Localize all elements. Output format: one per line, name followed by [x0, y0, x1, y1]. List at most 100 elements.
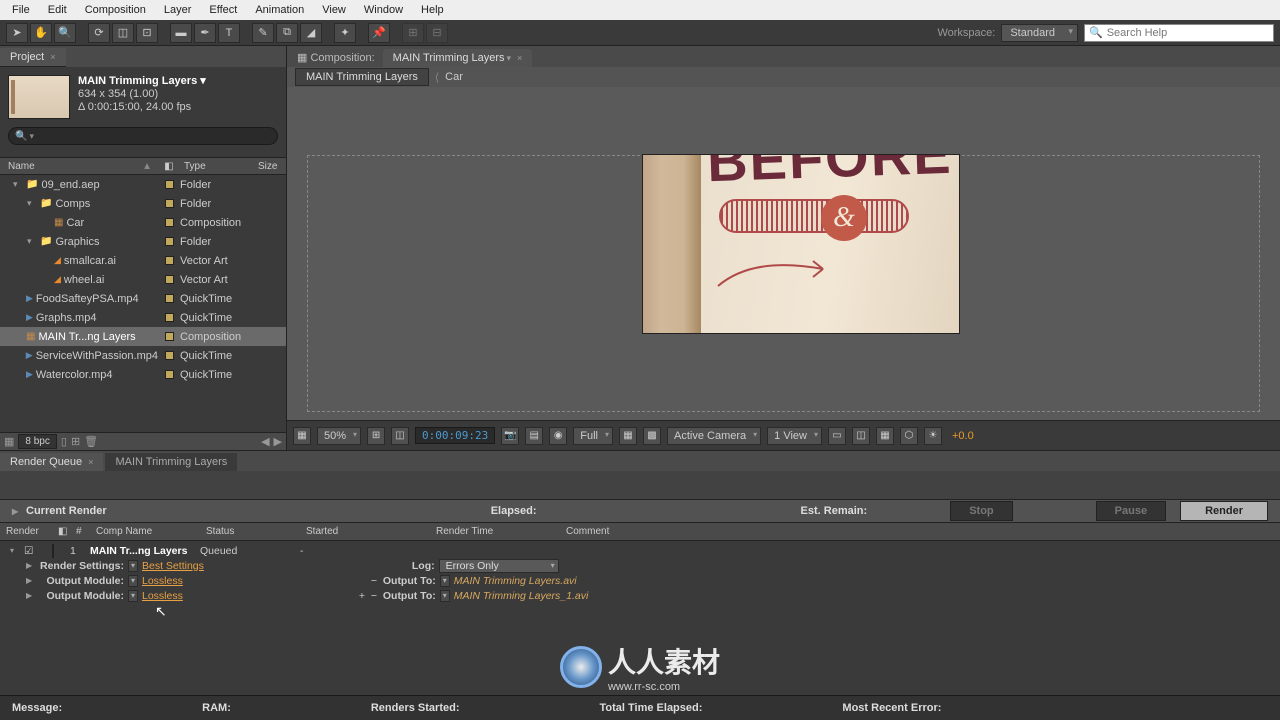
project-item[interactable]: ▶Watercolor.mp4QuickTime: [0, 365, 286, 384]
close-icon[interactable]: ×: [88, 457, 93, 467]
new-comp-icon[interactable]: ⊞: [71, 435, 80, 448]
pause-button[interactable]: Pause: [1096, 501, 1166, 521]
render-item-row[interactable]: ▾ ☑ 1 MAIN Tr...ng Layers Queued -: [10, 543, 1270, 558]
breadcrumb-car[interactable]: Car: [445, 71, 463, 83]
close-icon[interactable]: ×: [517, 53, 522, 63]
delete-icon[interactable]: 🗑: [84, 435, 98, 448]
add-output-icon[interactable]: +: [355, 590, 367, 602]
timeline-icon[interactable]: ▦: [876, 427, 894, 445]
puppet-tool-icon[interactable]: 📌: [368, 23, 390, 43]
help-search-input[interactable]: 🔍 Search Help: [1084, 24, 1274, 42]
pixel-aspect-icon[interactable]: ▭: [828, 427, 846, 445]
world-axis-icon[interactable]: ⊟: [426, 23, 448, 43]
stop-button[interactable]: Stop: [950, 501, 1012, 521]
output-to-dropdown[interactable]: ▾: [440, 575, 450, 587]
new-folder-icon[interactable]: ▯: [61, 435, 67, 448]
menu-view[interactable]: View: [314, 2, 354, 18]
camera-tool-icon[interactable]: ◫: [112, 23, 134, 43]
mask-toggle-icon[interactable]: ▩: [643, 427, 661, 445]
render-settings-dropdown[interactable]: ▾: [128, 560, 138, 572]
snapshot-icon[interactable]: 📷: [501, 427, 519, 445]
twirl-icon[interactable]: ▶: [12, 507, 22, 516]
folder-icon: 📁: [26, 179, 38, 190]
fast-preview-icon[interactable]: ◫: [852, 427, 870, 445]
hand-tool-icon[interactable]: ✋: [30, 23, 52, 43]
menu-window[interactable]: Window: [356, 2, 411, 18]
color-mgmt-icon[interactable]: ◉: [549, 427, 567, 445]
render-button[interactable]: Render: [1180, 501, 1268, 521]
view-layout-dropdown[interactable]: 1 View: [767, 427, 822, 445]
menu-composition[interactable]: Composition: [77, 2, 154, 18]
clone-tool-icon[interactable]: ⧉: [276, 23, 298, 43]
viewer-tab[interactable]: MAIN Trimming Layers▾×: [383, 49, 533, 67]
project-item[interactable]: ▾📁GraphicsFolder: [0, 232, 286, 251]
output-module-link[interactable]: Lossless: [138, 590, 187, 602]
composition-canvas[interactable]: BEFORE &: [287, 87, 1280, 420]
output-to-dropdown[interactable]: ▾: [440, 590, 450, 602]
pen-tool-icon[interactable]: ✒: [194, 23, 216, 43]
output-file-link[interactable]: MAIN Trimming Layers.avi: [450, 575, 581, 587]
rect-tool-icon[interactable]: ▬: [170, 23, 192, 43]
project-item[interactable]: ▾📁09_end.aepFolder: [0, 175, 286, 194]
output-file-link[interactable]: MAIN Trimming Layers_1.avi: [450, 590, 593, 602]
interpret-icon[interactable]: ▦: [4, 435, 14, 448]
pan-behind-tool-icon[interactable]: ⊡: [136, 23, 158, 43]
project-item[interactable]: ◢smallcar.aiVector Art: [0, 251, 286, 270]
project-item[interactable]: ▦MAIN Tr...ng LayersComposition: [0, 327, 286, 346]
project-item[interactable]: ▶FoodSafteyPSA.mp4QuickTime: [0, 289, 286, 308]
project-item[interactable]: ▦CarComposition: [0, 213, 286, 232]
output-module-link[interactable]: Lossless: [138, 575, 187, 587]
resolution-icon[interactable]: ⊞: [367, 427, 385, 445]
magnify-icon[interactable]: ▦: [293, 427, 311, 445]
bpc-toggle[interactable]: 8 bpc: [18, 434, 56, 449]
close-icon[interactable]: ×: [50, 52, 55, 62]
roi-icon[interactable]: ◫: [391, 427, 409, 445]
render-settings-link[interactable]: Best Settings: [138, 560, 208, 572]
exposure-value[interactable]: +0.0: [948, 430, 974, 442]
menu-animation[interactable]: Animation: [247, 2, 312, 18]
camera-dropdown[interactable]: Active Camera: [667, 427, 761, 445]
project-item[interactable]: ▶ServiceWithPassion.mp4QuickTime: [0, 346, 286, 365]
search-icon: 🔍: [1089, 26, 1103, 39]
project-list[interactable]: ▾📁09_end.aepFolder▾📁CompsFolder▦CarCompo…: [0, 175, 286, 432]
eraser-tool-icon[interactable]: ◢: [300, 23, 322, 43]
workspace-dropdown[interactable]: Standard: [1001, 24, 1078, 42]
channel-icon[interactable]: ▤: [525, 427, 543, 445]
zoom-tool-icon[interactable]: 🔍: [54, 23, 76, 43]
zoom-dropdown[interactable]: 50%: [317, 427, 361, 445]
local-axis-icon[interactable]: ⊞: [402, 23, 424, 43]
menu-file[interactable]: File: [4, 2, 38, 18]
flowchart-icon[interactable]: ⬡: [900, 427, 918, 445]
remove-output-icon[interactable]: −: [367, 575, 379, 587]
brush-tool-icon[interactable]: ✎: [252, 23, 274, 43]
project-item[interactable]: ▾📁CompsFolder: [0, 194, 286, 213]
project-column-headers[interactable]: Name▲ ◧ Type Size: [0, 157, 286, 175]
menu-layer[interactable]: Layer: [156, 2, 200, 18]
twirl-icon[interactable]: ▾: [10, 546, 20, 555]
timeline-tab[interactable]: MAIN Trimming Layers: [105, 453, 237, 471]
transparency-grid-icon[interactable]: ▦: [619, 427, 637, 445]
menu-edit[interactable]: Edit: [40, 2, 75, 18]
breadcrumb-main[interactable]: MAIN Trimming Layers: [295, 68, 429, 86]
menu-help[interactable]: Help: [413, 2, 452, 18]
current-time[interactable]: 0:00:09:23: [415, 427, 495, 444]
render-queue-tab[interactable]: Render Queue×: [0, 453, 103, 471]
project-item[interactable]: ◢wheel.aiVector Art: [0, 270, 286, 289]
remove-output-icon[interactable]: −: [367, 590, 379, 602]
rotate-tool-icon[interactable]: ⟳: [88, 23, 110, 43]
reset-exposure-icon[interactable]: ☀: [924, 427, 942, 445]
scroll-right-icon[interactable]: ▶: [274, 435, 282, 448]
log-dropdown[interactable]: Errors Only: [439, 559, 559, 573]
scroll-left-icon[interactable]: ◀: [261, 435, 269, 448]
output-module-dropdown[interactable]: ▾: [128, 590, 138, 602]
project-item[interactable]: ▶Graphs.mp4QuickTime: [0, 308, 286, 327]
selection-tool-icon[interactable]: ➤: [6, 23, 28, 43]
project-tab[interactable]: Project×: [0, 48, 66, 67]
resolution-dropdown[interactable]: Full: [573, 427, 613, 445]
project-search-input[interactable]: 🔍▾: [8, 127, 278, 145]
roto-tool-icon[interactable]: ✦: [334, 23, 356, 43]
text-tool-icon[interactable]: T: [218, 23, 240, 43]
menu-effect[interactable]: Effect: [201, 2, 245, 18]
sort-icon: ▲: [142, 161, 152, 172]
output-module-dropdown[interactable]: ▾: [128, 575, 138, 587]
